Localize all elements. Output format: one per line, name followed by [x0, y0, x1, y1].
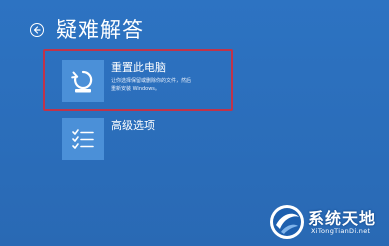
globe-logo-icon [270, 205, 304, 239]
advanced-options-option[interactable]: 高级选项 [62, 118, 155, 160]
header: 疑难解答 [30, 16, 144, 44]
watermark: 系统天地 XiTongTianDi.net [268, 203, 388, 243]
page-title: 疑难解答 [56, 18, 144, 42]
advanced-options-label: 高级选项 [111, 119, 155, 132]
watermark-subtitle: XiTongTianDi.net [311, 227, 371, 235]
checklist-icon [62, 118, 104, 160]
troubleshoot-screen: 疑难解答 重置此电脑 让你选择保留或删除你的文件，然后 重新安装 Windows… [0, 0, 389, 246]
watermark-title: 系统天地 [308, 209, 377, 228]
highlight-box [43, 49, 233, 111]
back-arrow-icon[interactable] [30, 23, 44, 37]
advanced-options-text: 高级选项 [111, 119, 155, 133]
